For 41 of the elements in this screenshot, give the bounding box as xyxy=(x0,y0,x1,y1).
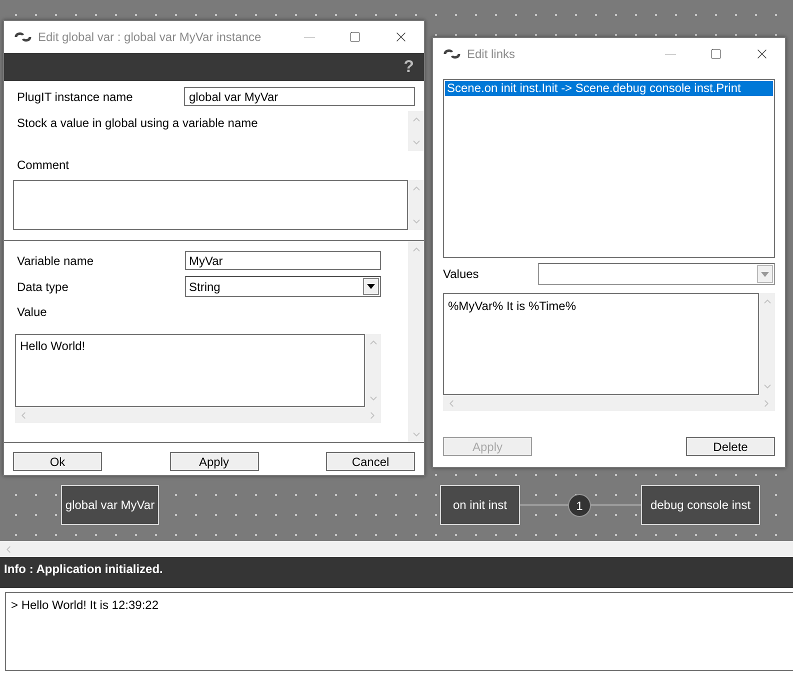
maximize-icon xyxy=(710,48,722,60)
logo-icon xyxy=(14,32,32,42)
help-icon[interactable]: ? xyxy=(404,54,414,80)
field-label: Comment xyxy=(16,157,70,174)
data-type-select[interactable]: String xyxy=(185,276,381,297)
vertical-scrollbar[interactable] xyxy=(759,293,775,395)
info-message: Info : Application initialized. xyxy=(4,561,163,578)
dialog-button[interactable]: Ok xyxy=(13,452,102,471)
field-label: Variable name xyxy=(17,252,94,270)
variable-name-field[interactable]: MyVar xyxy=(185,251,381,270)
vertical-scrollbar[interactable] xyxy=(408,111,424,151)
maximize-icon xyxy=(349,31,361,43)
instance-name-field[interactable]: global var MyVar xyxy=(184,87,415,106)
console-line: > Hello World! It is 12:39:22 xyxy=(11,597,160,614)
dialog-button[interactable]: Cancel xyxy=(326,452,415,471)
vertical-scrollbar[interactable] xyxy=(408,180,424,230)
field-label: Values xyxy=(443,266,480,283)
window-title: Edit global var : global var MyVar instance xyxy=(38,29,262,46)
dialog-button[interactable]: Delete xyxy=(686,437,775,456)
horizontal-scrollbar[interactable] xyxy=(15,407,381,423)
dialog-button[interactable]: Apply xyxy=(170,452,258,471)
horizontal-scrollbar[interactable] xyxy=(443,395,775,411)
vertical-scrollbar[interactable] xyxy=(408,241,424,443)
window-title: Edit links xyxy=(467,46,516,63)
diagram-node[interactable]: on init inst xyxy=(440,485,520,525)
diagram-node[interactable]: debug console inst xyxy=(641,485,760,525)
horizontal-scrollbar[interactable] xyxy=(0,541,793,557)
diagram-node[interactable]: global var MyVar xyxy=(61,485,159,525)
field-label: Value xyxy=(17,304,48,321)
link-badge[interactable]: 1 xyxy=(568,494,591,517)
comment-field[interactable] xyxy=(13,180,408,230)
values-select[interactable] xyxy=(538,263,775,285)
value-field[interactable]: Hello World! xyxy=(15,334,365,407)
logo-icon xyxy=(443,49,461,59)
field-label: Data type xyxy=(17,278,70,296)
minimize-icon xyxy=(304,36,314,38)
link-item[interactable]: Scene.on init inst.Init -> Scene.debug console inst.Print xyxy=(445,81,773,96)
vertical-scrollbar[interactable] xyxy=(365,334,381,407)
message-field[interactable]: %MyVar% It is %Time% xyxy=(443,293,759,395)
description-text: Stock a value in global using a variable name xyxy=(16,115,259,132)
field-label: PlugIT instance name xyxy=(17,88,134,106)
